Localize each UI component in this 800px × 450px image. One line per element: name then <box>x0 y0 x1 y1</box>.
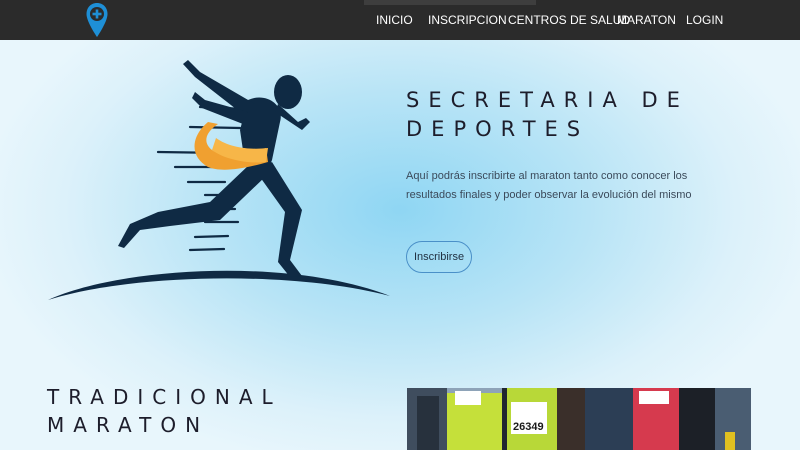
nav-link-inicio[interactable]: INICIO <box>376 13 413 27</box>
hero-section: SECRETARIA DE DEPORTES Aquí podrás inscr… <box>0 40 800 450</box>
location-plus-logo-icon[interactable] <box>85 2 109 38</box>
nav-link-inscripcion[interactable]: INSCRIPCION <box>428 13 507 27</box>
marathon-runners-photo: 26349 <box>407 388 751 450</box>
inscribirse-button[interactable]: Inscribirse <box>406 241 472 273</box>
section-title: TRADICIONAL MARATON <box>47 383 347 439</box>
runner-illustration <box>48 60 390 300</box>
hero-title-line-1: SECRETARIA DE <box>406 88 689 112</box>
hero-title: SECRETARIA DE DEPORTES <box>406 86 746 144</box>
top-navbar: INICIO INSCRIPCION CENTROS DE SALUD MARA… <box>0 0 800 40</box>
section-title-line-1: TRADICIONAL <box>47 385 282 409</box>
section-title-line-2: MARATON <box>47 413 210 437</box>
nav-link-login[interactable]: LOGIN <box>686 13 723 27</box>
hero-title-line-2: DEPORTES <box>406 117 590 141</box>
nav-link-centros-de-salud[interactable]: CENTROS DE SALUD <box>508 13 630 27</box>
nav-link-maraton[interactable]: MARATON <box>617 13 676 27</box>
hero-description: Aquí podrás inscribirte al maraton tanto… <box>406 170 692 201</box>
navbar-top-strip <box>364 0 536 5</box>
photo-bib-number: 26349 <box>513 421 544 433</box>
